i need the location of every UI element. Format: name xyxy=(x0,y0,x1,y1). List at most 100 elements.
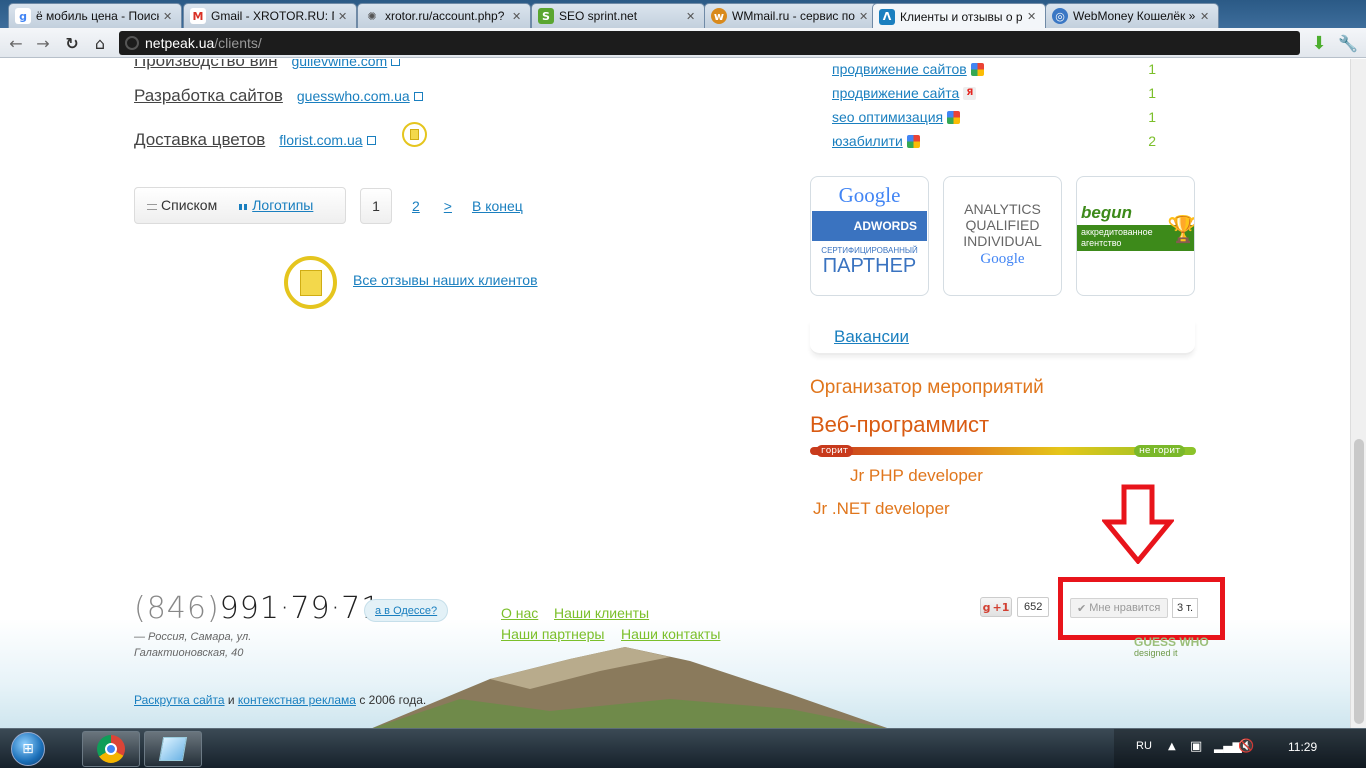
all-reviews-link[interactable]: Все отзывы наших клиентов xyxy=(353,272,538,288)
last-page-link[interactable]: В конец xyxy=(472,198,523,214)
vacancies-link[interactable]: Вакансии xyxy=(834,327,909,347)
context-ads-link[interactable]: контекстная реклама xyxy=(238,693,356,707)
gmail-icon: M xyxy=(190,8,206,24)
list-lines-icon xyxy=(147,203,157,210)
tab-wmmail[interactable]: w WMmail.ru - сервис по ✕ xyxy=(704,3,878,28)
tab-netpeak-clients[interactable]: Λ Клиенты и отзывы о р ✕ xyxy=(872,3,1046,29)
taskbar-app[interactable] xyxy=(144,731,202,767)
page-scrollbar[interactable] xyxy=(1350,59,1366,728)
speaker-muted-icon[interactable]: 🔇 xyxy=(1238,739,1254,754)
logos-view-option[interactable]: Логотипы xyxy=(239,197,313,214)
clock[interactable]: 11:29 xyxy=(1288,740,1317,754)
page-2-link[interactable]: 2 xyxy=(412,198,420,214)
google-logo: Google xyxy=(980,251,1025,267)
spinner-icon: ✺ xyxy=(367,9,377,23)
all-reviews-icon[interactable] xyxy=(284,256,337,309)
guesswho-designer-logo[interactable]: GUESS WHO designed it xyxy=(1134,636,1209,659)
keyword-count: 1 xyxy=(1148,85,1156,101)
badge-text: INDIVIDUAL xyxy=(963,233,1042,249)
back-arrow-icon[interactable]: ← xyxy=(5,32,27,54)
client-site-link[interactable]: florist.com.ua xyxy=(279,132,362,148)
client-category[interactable]: Производство вин xyxy=(134,59,277,71)
windows-logo-icon: ⊞ xyxy=(11,732,45,766)
google-icon xyxy=(947,110,961,124)
google-analytics-qualified-badge[interactable]: ANALYTICS QUALIFIED INDIVIDUAL Google xyxy=(943,176,1062,296)
footer-contacts-link[interactable]: Наши контакты xyxy=(621,626,720,642)
next-page-link[interactable]: > xyxy=(444,198,452,214)
list-view-option[interactable]: Списком xyxy=(147,197,217,214)
google-adwords-partner-badge[interactable]: Google ADWORDS СЕРТИФИЦИРОВАННЫЙ ПАРТНЕР xyxy=(810,176,929,296)
tab-label: WMmail.ru - сервис по xyxy=(732,9,855,23)
pagination: 1 2 > В конец xyxy=(360,188,523,224)
client-row: Разработка сайтов guesswho.com.ua xyxy=(134,86,423,106)
keyword-link[interactable]: продвижение сайта xyxy=(832,85,959,101)
scrollbar-thumb[interactable] xyxy=(1354,439,1364,724)
footer-partners-link[interactable]: Наши партнеры xyxy=(501,626,604,642)
tab-seosprint[interactable]: S SEO sprint.net ✕ xyxy=(531,3,705,28)
close-icon[interactable]: ✕ xyxy=(1200,10,1212,23)
urgency-hot-label: горит xyxy=(816,445,854,457)
job-link[interactable]: Jr .NET developer xyxy=(813,499,950,519)
close-icon[interactable]: ✕ xyxy=(512,10,524,23)
tab-label: Gmail - XROTOR.RU: Пр xyxy=(211,9,334,23)
external-link-icon xyxy=(366,136,376,145)
google-plus-one-button[interactable]: g +1 xyxy=(980,597,1012,617)
wrench-icon[interactable]: 🔧 xyxy=(1337,32,1359,54)
client-site-link[interactable]: guesswho.com.ua xyxy=(297,88,410,104)
promotion-link[interactable]: Раскрутка сайта xyxy=(134,693,225,707)
check-icon: ✔ xyxy=(1077,602,1087,615)
job-link[interactable]: Jr PHP developer xyxy=(850,466,983,486)
mountain-illustration xyxy=(372,647,888,728)
review-doc-icon[interactable] xyxy=(402,122,427,147)
device-icon[interactable]: ▣ xyxy=(1190,739,1202,754)
keyword-link[interactable]: seo оптимизация xyxy=(832,109,943,125)
keyword-link[interactable]: юзабилити xyxy=(832,133,903,149)
vk-like-button[interactable]: ✔ Мне нравится xyxy=(1070,598,1168,618)
footer-about-link[interactable]: О нас xyxy=(501,605,538,621)
badge-text: ANALYTICS xyxy=(964,201,1041,217)
badge-text: QUALIFIED xyxy=(965,217,1040,233)
close-icon[interactable]: ✕ xyxy=(859,10,871,23)
google-plus-widget: g +1 652 xyxy=(980,597,1050,617)
close-icon[interactable]: ✕ xyxy=(1027,10,1039,23)
job-link[interactable]: Организатор мероприятий xyxy=(810,377,1044,399)
external-link-icon xyxy=(413,92,423,101)
badge-text: ПАРТНЕР xyxy=(822,255,917,277)
close-icon[interactable]: ✕ xyxy=(163,10,175,23)
job-link[interactable]: Веб-программист xyxy=(810,412,989,438)
client-category[interactable]: Доставка цветов xyxy=(134,130,265,150)
google-icon xyxy=(970,62,984,76)
taskbar-chrome[interactable] xyxy=(82,731,140,767)
vacancies-header: Вакансии xyxy=(810,321,1195,355)
start-button[interactable]: ⊞ xyxy=(2,730,54,768)
close-icon[interactable]: ✕ xyxy=(338,10,350,23)
begun-accredited-badge[interactable]: begun аккредитованноеагентство 🏆 xyxy=(1076,176,1195,296)
tab-webmoney[interactable]: ◎ WebMoney Кошелёк » ✕ xyxy=(1045,3,1219,28)
address-bar[interactable]: netpeak.ua /clients/ xyxy=(119,31,1300,55)
tab-google-search[interactable]: g ё мобиль цена - Поиск ✕ xyxy=(8,3,182,28)
close-icon[interactable]: ✕ xyxy=(686,10,698,23)
client-row: Производство вин gullevwine.com xyxy=(134,59,401,71)
url-path: /clients/ xyxy=(214,35,262,51)
keyword-row: продвижение сайта Я 1 xyxy=(832,85,1162,101)
download-arrow-icon[interactable]: ⬇ xyxy=(1308,32,1330,54)
view-switcher: Списком Логотипы xyxy=(134,187,346,224)
tab-gmail[interactable]: M Gmail - XROTOR.RU: Пр ✕ xyxy=(183,3,357,28)
tab-label: xrotor.ru/account.php? xyxy=(385,9,505,23)
keyword-link[interactable]: продвижение сайтов xyxy=(832,61,967,77)
system-tray: RU ▲ ▣ ▂▄▆ 🔇 11:29 xyxy=(1114,729,1366,768)
netpeak-icon: Λ xyxy=(879,8,895,25)
client-site-link[interactable]: gullevwine.com xyxy=(291,59,387,69)
reload-icon[interactable]: ↻ xyxy=(61,32,83,54)
forward-arrow-icon[interactable]: → xyxy=(32,32,54,54)
tray-expand-icon[interactable]: ▲ xyxy=(1168,741,1176,752)
page-current: 1 xyxy=(360,188,392,224)
language-indicator[interactable]: RU xyxy=(1136,740,1152,752)
client-category[interactable]: Разработка сайтов xyxy=(134,86,283,106)
footer-clients-link[interactable]: Наши клиенты xyxy=(554,605,649,621)
home-icon[interactable]: ⌂ xyxy=(89,32,111,54)
tab-xrotor-account[interactable]: ✺ xrotor.ru/account.php? ✕ xyxy=(357,3,531,28)
odessa-link[interactable]: а в Одессе? xyxy=(364,599,449,622)
keyword-row: seo оптимизация 1 xyxy=(832,109,1162,125)
external-link-icon xyxy=(391,59,401,66)
